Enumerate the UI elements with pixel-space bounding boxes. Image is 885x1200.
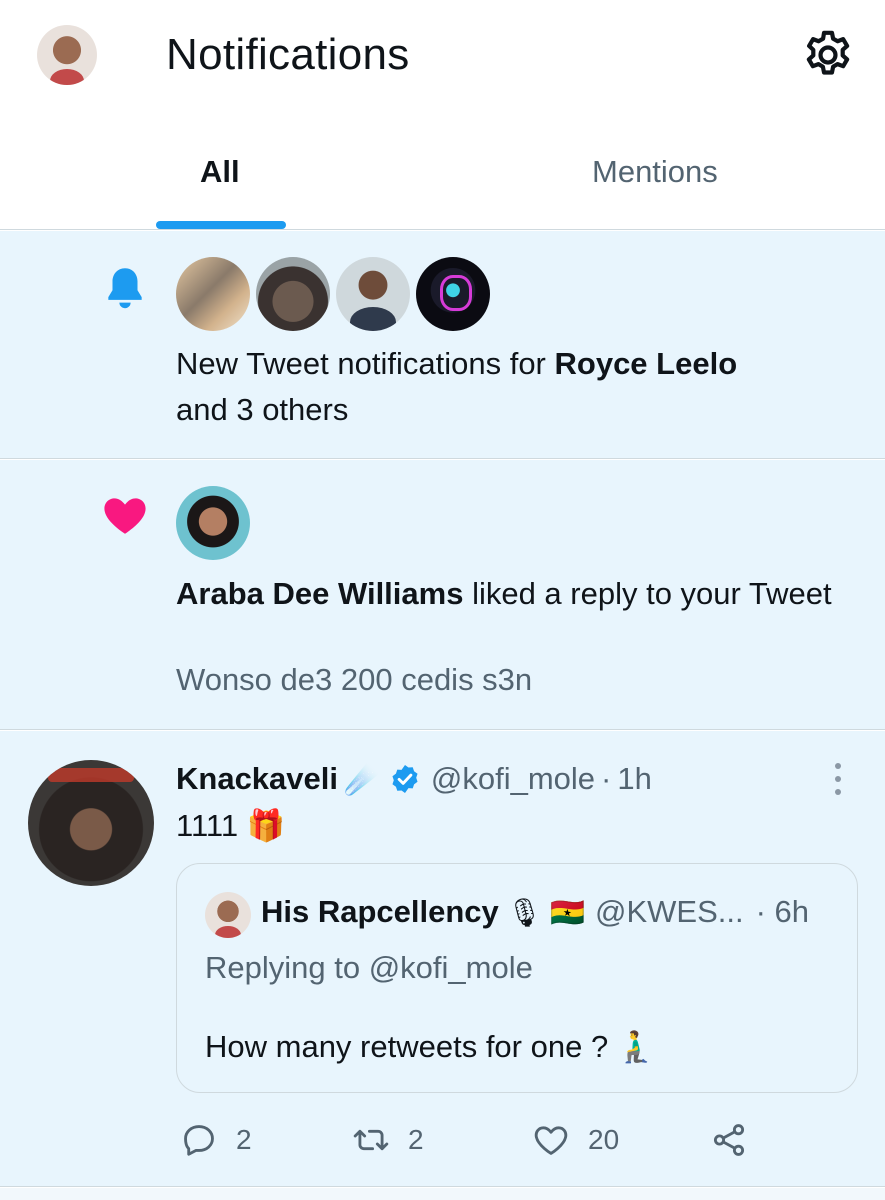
retweet-count: 2	[408, 1124, 424, 1155]
name-emoji: 🎙 🇬🇭	[506, 896, 585, 928]
tweet-author-handle[interactable]: @kofi_mole	[431, 761, 595, 797]
name-emoji: ☄️	[344, 763, 379, 795]
more-options-icon[interactable]	[828, 761, 848, 797]
avatar[interactable]	[176, 257, 250, 331]
verified-badge-icon	[392, 765, 418, 793]
retweet-button[interactable]: 2	[352, 1121, 424, 1159]
bell-icon	[108, 268, 142, 309]
tab-mentions[interactable]: Mentions	[592, 154, 718, 190]
avatar[interactable]	[176, 486, 250, 560]
like-heart-icon	[534, 1126, 568, 1155]
quoted-tweet-time: · 6h	[755, 894, 810, 929]
quoted-author-handle: @KWES...	[595, 894, 744, 929]
share-icon	[713, 1124, 745, 1156]
notification-like[interactable]: Araba Dee Williams liked a reply to your…	[0, 460, 885, 730]
tweet-author-name[interactable]: Knackaveli	[176, 761, 338, 797]
tweet-header: Knackaveli ☄️ @kofi_mole · 1h	[176, 761, 652, 797]
next-item-divider	[0, 1188, 885, 1200]
tweet-actions: 2 2 20	[176, 1121, 776, 1161]
tweet-text: 1111 🎁	[176, 808, 286, 843]
quoted-tweet-text: How many retweets for one ? 🧎‍♂️	[205, 1029, 656, 1064]
reply-icon	[184, 1125, 214, 1156]
retweet-icon	[353, 1129, 389, 1151]
user-name[interactable]: Araba Dee Williams	[176, 576, 463, 611]
avatar[interactable]	[256, 257, 330, 331]
avatar[interactable]	[205, 892, 251, 938]
liked-tweet-preview[interactable]: Wonso de3 200 cedis s3n	[176, 662, 532, 698]
avatar[interactable]	[416, 257, 490, 331]
notification-text: Araba Dee Williams liked a reply to your…	[176, 576, 832, 611]
reply-count: 2	[236, 1124, 252, 1155]
avatar[interactable]	[336, 257, 410, 331]
quoted-tweet[interactable]: His Rapcellency 🎙 🇬🇭 @KWES... · 6h Reply…	[176, 863, 858, 1093]
settings-gear-icon[interactable]	[800, 27, 856, 83]
tweet-time[interactable]: 1h	[617, 761, 651, 797]
tab-all[interactable]: All	[200, 154, 240, 190]
separator-dot: ·	[601, 761, 612, 796]
notification-text: New Tweet notifications for Royce Leelo a…	[176, 346, 738, 427]
replying-to: Replying to @kofi_mole	[205, 950, 533, 985]
user-name[interactable]: Royce Leelo	[555, 346, 738, 381]
heart-icon	[104, 498, 146, 534]
like-count: 20	[588, 1124, 620, 1155]
avatar[interactable]	[28, 760, 154, 886]
like-button[interactable]: 20	[532, 1121, 619, 1159]
active-tab-indicator	[156, 221, 286, 229]
page-title: Notifications	[166, 30, 410, 79]
notification-new-tweets[interactable]: New Tweet notifications for Royce Leelo a…	[0, 231, 885, 459]
quoted-tweet-header: His Rapcellency 🎙 🇬🇭 @KWES... · 6h	[261, 894, 809, 930]
share-button[interactable]	[710, 1121, 748, 1159]
tweet[interactable]: Knackaveli ☄️ @kofi_mole · 1h 1111 🎁 His…	[0, 731, 885, 1187]
notifications-header: Notifications All Mentions	[0, 0, 885, 230]
quoted-author-name: His Rapcellency	[261, 894, 499, 929]
profile-avatar[interactable]	[37, 25, 97, 85]
reply-button[interactable]: 2	[180, 1121, 252, 1159]
